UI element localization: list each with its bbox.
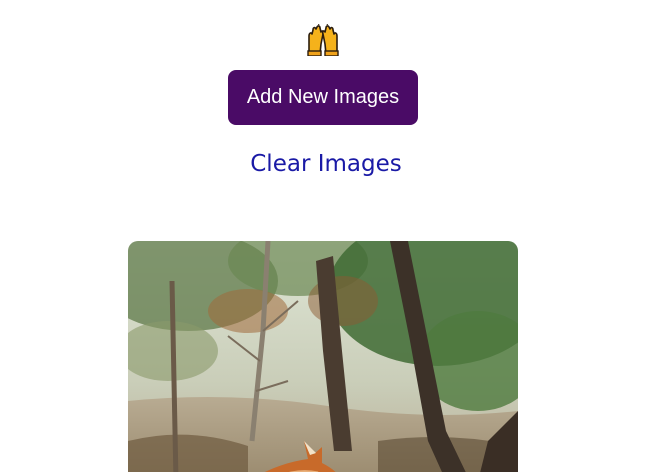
raising-hands-icon — [306, 22, 340, 57]
fox-in-pine-forest-photo — [128, 241, 518, 472]
clear-images-link[interactable]: Clear Images — [250, 151, 401, 177]
gallery-image — [128, 241, 518, 472]
clear-images-link-row: Clear Images — [0, 148, 652, 180]
page: Add New Images Clear Images — [0, 0, 652, 472]
add-new-images-button[interactable]: Add New Images — [228, 70, 418, 125]
